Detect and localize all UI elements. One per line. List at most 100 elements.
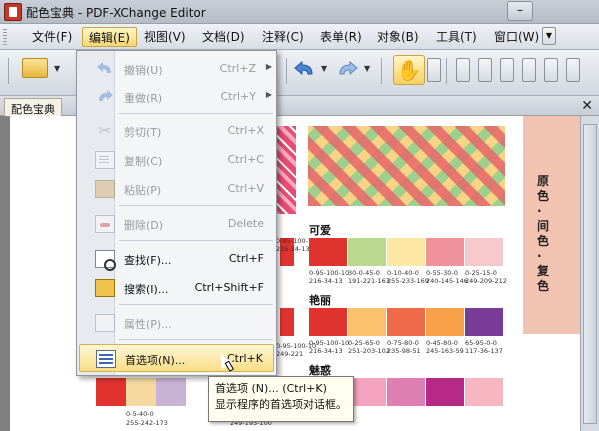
menu-window[interactable]: 窗口(W) xyxy=(488,27,545,47)
plaid-pattern-swatch xyxy=(308,126,505,206)
menu-item-copy[interactable]: 复制(C) Ctrl+C xyxy=(79,146,274,174)
section-title: 艳丽 xyxy=(309,294,331,307)
menu-item-paste[interactable]: 粘贴(P) Ctrl+V xyxy=(79,175,274,203)
toolbar-separator xyxy=(286,58,287,84)
color-swatch xyxy=(387,238,425,266)
undo-icon[interactable] xyxy=(292,60,318,80)
minimize-button[interactable]: – xyxy=(507,1,533,21)
color-swatch xyxy=(426,308,464,336)
color-swatch xyxy=(348,308,386,336)
menu-separator xyxy=(119,304,273,305)
menu-item-cut[interactable]: ✂ 剪切(T) Ctrl+X xyxy=(79,117,274,145)
redo-dropdown-chevron-icon[interactable]: ▼ xyxy=(364,64,370,73)
toolbar-button[interactable] xyxy=(544,58,558,82)
menu-separator xyxy=(119,240,273,241)
edit-menu-dropdown: 撤销(U) Ctrl+Z ▶ 重做(R) Ctrl+Y ▶ ✂ 剪切(T) Ct… xyxy=(76,50,277,376)
color-swatch xyxy=(96,378,126,406)
menu-edit[interactable]: 编辑(E) xyxy=(82,27,137,47)
menu-item-delete[interactable]: 删除(D) Delete xyxy=(79,210,274,238)
color-swatch xyxy=(126,378,156,406)
tab-document[interactable]: 配色宝典 xyxy=(4,98,62,116)
color-code: 249-209-212 xyxy=(465,277,507,285)
menu-item-label: 查找(F)... xyxy=(124,254,172,267)
menu-item-label: 剪切(T) xyxy=(124,126,162,139)
color-swatch xyxy=(156,378,186,406)
menu-item-find[interactable]: 查找(F)... Ctrl+F xyxy=(79,245,274,273)
paste-icon xyxy=(95,180,115,198)
page-sidebar-text: 原色·间色·复色 xyxy=(537,174,550,293)
color-code: 249-221 xyxy=(276,350,304,358)
menu-tools[interactable]: 工具(T) xyxy=(430,27,483,47)
open-dropdown-chevron-icon[interactable]: ▼ xyxy=(54,64,60,73)
toolbar-grip xyxy=(8,58,9,84)
menu-item-label: 复制(C) xyxy=(124,155,163,168)
vertical-scrollbar[interactable] xyxy=(580,116,599,431)
hand-tool-icon[interactable]: ✋ xyxy=(393,55,425,85)
color-code: 0-5-40-0 xyxy=(126,410,154,418)
menu-item-label: 首选项(N)... xyxy=(125,354,186,367)
menu-object[interactable]: 对象(B) xyxy=(371,27,425,47)
menu-item-properties[interactable]: 属性(P)... xyxy=(79,309,274,337)
menu-view[interactable]: 视图(V) xyxy=(138,27,192,47)
color-swatch xyxy=(426,378,464,406)
toolbar-button[interactable] xyxy=(566,58,580,82)
color-swatch xyxy=(426,238,464,266)
menu-item-preferences[interactable]: 首选项(N)... Ctrl+K xyxy=(79,344,274,372)
app-icon[interactable] xyxy=(4,3,22,21)
menu-item-undo[interactable]: 撤销(U) Ctrl+Z ▶ xyxy=(79,55,274,83)
submenu-chevron-icon: ▶ xyxy=(265,62,272,71)
color-code: 0-25-65-0 xyxy=(348,339,380,347)
close-icon[interactable]: ✕ xyxy=(581,98,593,114)
menu-item-redo[interactable]: 重做(R) Ctrl+Y ▶ xyxy=(79,83,274,111)
menu-comment[interactable]: 注释(C) xyxy=(256,27,310,47)
color-swatch xyxy=(309,308,347,336)
undo-dropdown-chevron-icon[interactable]: ▼ xyxy=(321,64,327,73)
menubar-grip[interactable] xyxy=(3,29,7,45)
tooltip: 首选项 (N)... (Ctrl+K) 显示程序的首选项对话框。 xyxy=(208,376,354,422)
open-folder-icon[interactable] xyxy=(22,58,48,78)
color-code: 0-95-100-10 xyxy=(309,339,350,347)
color-swatch xyxy=(387,378,425,406)
toolbar-button[interactable] xyxy=(500,58,514,82)
color-swatch xyxy=(465,378,503,406)
color-code: 0-25-15-0 xyxy=(465,269,497,277)
hand-dropdown-button[interactable] xyxy=(427,58,441,82)
menu-overflow-chevron-icon[interactable]: ▼ xyxy=(542,27,556,45)
color-code: 0-55-30-0 xyxy=(426,269,458,277)
color-code: 216-34-13 xyxy=(309,277,343,285)
scrollbar-thumb[interactable] xyxy=(583,124,597,424)
color-swatch xyxy=(348,238,386,266)
menu-form[interactable]: 表单(R) xyxy=(314,27,368,47)
color-code: 30-0-45-0 xyxy=(348,269,380,277)
color-code: 0-95-100-10 xyxy=(309,269,350,277)
redo-icon[interactable] xyxy=(334,60,360,80)
find-icon xyxy=(95,250,116,271)
toolbar-button[interactable] xyxy=(522,58,536,82)
copy-icon xyxy=(95,151,115,169)
color-swatch xyxy=(280,308,294,336)
menu-item-shortcut: Ctrl+V xyxy=(227,182,264,195)
menu-item-label: 重做(R) xyxy=(124,92,163,105)
toolbar-button[interactable] xyxy=(456,58,470,82)
toolbar-separator xyxy=(446,58,447,84)
menu-item-label: 删除(D) xyxy=(124,219,164,232)
menu-document[interactable]: 文档(D) xyxy=(196,27,251,47)
tooltip-description: 显示程序的首选项对话框。 xyxy=(215,398,347,411)
menu-item-search[interactable]: 搜索(I)... Ctrl+Shift+F xyxy=(79,274,274,302)
color-code: 65-95-0-0 xyxy=(465,339,497,347)
color-code: 255-233-169 xyxy=(387,277,429,285)
submenu-chevron-icon: ▶ xyxy=(265,90,272,99)
menu-item-label: 搜索(I)... xyxy=(124,283,169,296)
color-code: 251-203-102 xyxy=(348,347,390,355)
color-code: 240-145-146 xyxy=(426,277,468,285)
delete-icon xyxy=(95,215,115,233)
color-code: 0-75-80-0 xyxy=(387,339,419,347)
menu-separator xyxy=(119,339,273,340)
tooltip-title: 首选项 (N)... (Ctrl+K) xyxy=(215,382,327,395)
color-code: 216-34-13 xyxy=(309,347,343,355)
color-code: 117-36-137 xyxy=(465,347,503,355)
menu-file[interactable]: 文件(F) xyxy=(26,27,78,47)
menu-separator xyxy=(119,113,273,114)
toolbar-button[interactable] xyxy=(478,58,492,82)
undo-icon xyxy=(97,62,111,73)
